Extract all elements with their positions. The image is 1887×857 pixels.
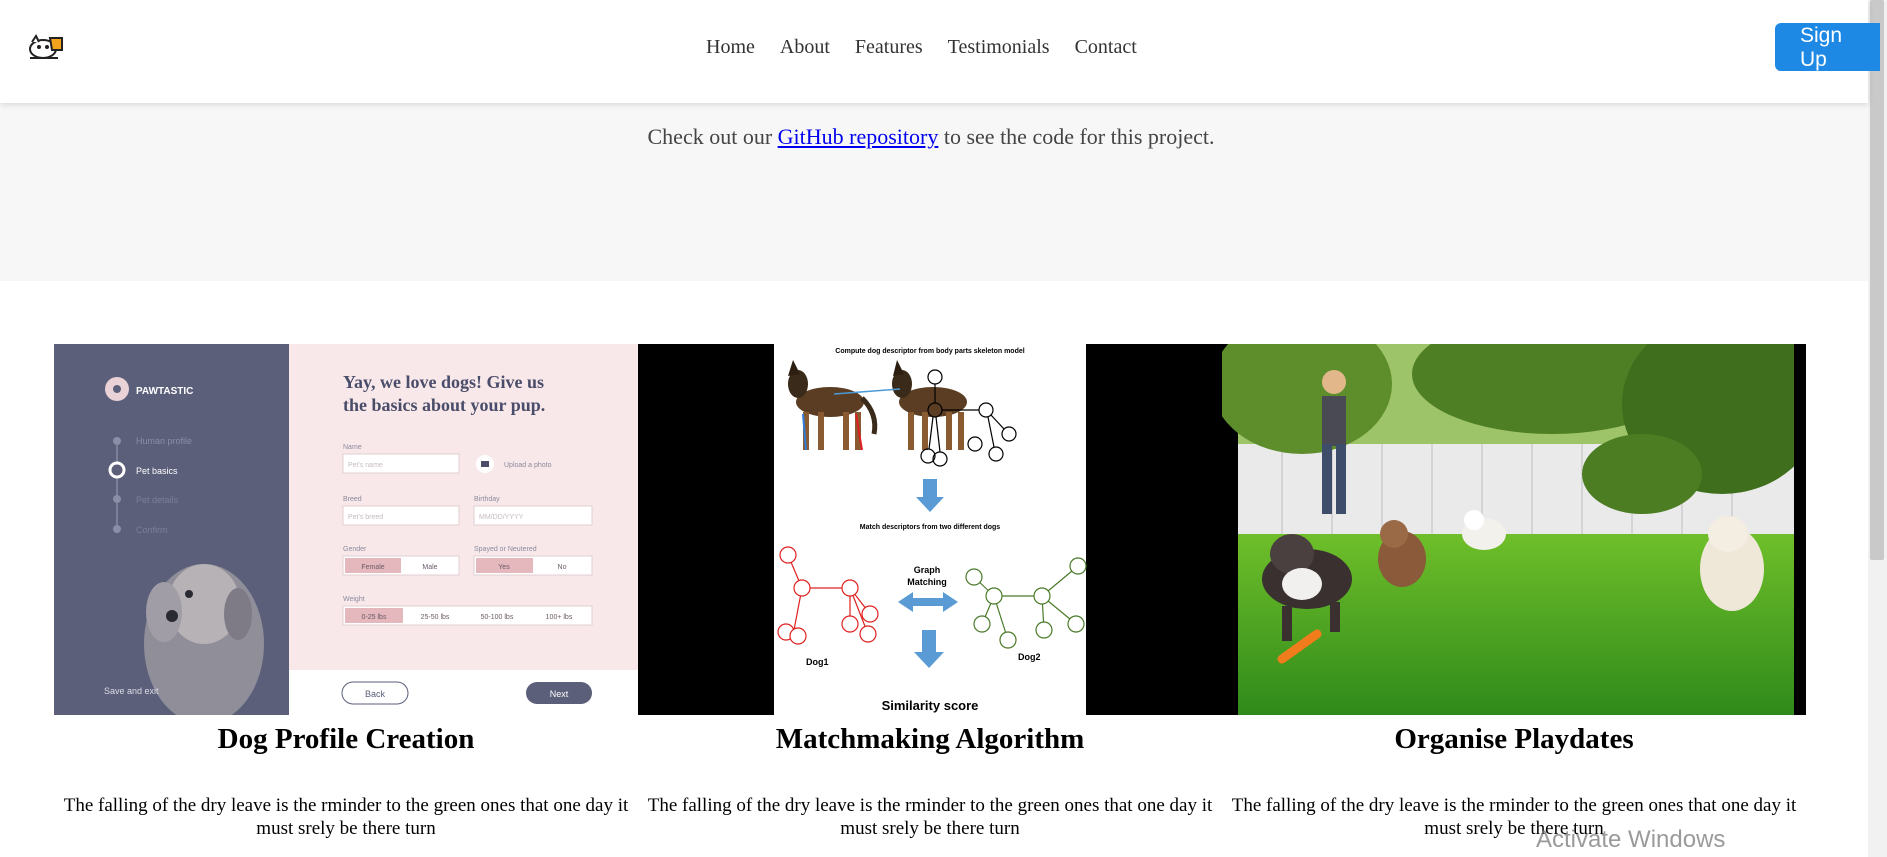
profile-mockup-image: PAWTASTIC Human profile Pet basics Pet d… — [54, 344, 638, 715]
mock-brand: PAWTASTIC — [136, 386, 193, 397]
svg-text:MM/DD/YYYY: MM/DD/YYYY — [479, 514, 524, 521]
svg-text:Dog1: Dog1 — [806, 657, 829, 667]
svg-text:the basics about your pup.: the basics about your pup. — [343, 395, 545, 415]
svg-text:Pet basics: Pet basics — [136, 466, 178, 476]
svg-text:Next: Next — [550, 689, 569, 699]
svg-text:Save and exit: Save and exit — [104, 686, 159, 696]
signup-button[interactable]: Sign Up — [1775, 23, 1880, 71]
repo-suffix: to see the code for this project. — [938, 124, 1215, 149]
nav-about-link[interactable]: About — [780, 34, 830, 60]
svg-text:Similarity score: Similarity score — [882, 698, 979, 713]
svg-text:No: No — [558, 564, 567, 571]
svg-text:Pet details: Pet details — [136, 495, 179, 505]
svg-text:50-100 lbs: 50-100 lbs — [481, 614, 514, 621]
nav-contact-link[interactable]: Contact — [1075, 34, 1137, 60]
svg-text:Pet's name: Pet's name — [348, 462, 383, 469]
svg-text:Back: Back — [365, 689, 386, 699]
svg-text:Human profile: Human profile — [136, 436, 192, 446]
svg-text:Dog2: Dog2 — [1018, 652, 1041, 662]
feature-description: The falling of the dry leave is the rmin… — [647, 795, 1213, 839]
activate-windows-watermark: Activate Windows — [1536, 826, 1726, 853]
svg-text:Name: Name — [343, 444, 362, 451]
repo-text: Check out our GitHub repository to see t… — [0, 124, 1862, 150]
svg-text:Yay, we love dogs! Give us: Yay, we love dogs! Give us — [343, 372, 544, 392]
svg-text:25-50 lbs: 25-50 lbs — [421, 614, 450, 621]
svg-text:Pet's breed: Pet's breed — [348, 514, 383, 521]
site-header: Home About Features Testimonials Contact… — [0, 0, 1880, 103]
main-nav: Home About Features Testimonials Contact — [706, 34, 1162, 60]
svg-text:Birthday: Birthday — [474, 496, 500, 503]
nav-features-link[interactable]: Features — [855, 34, 923, 60]
svg-text:Spayed or Neutered: Spayed or Neutered — [474, 546, 537, 553]
svg-text:Confirm: Confirm — [136, 525, 168, 535]
svg-text:Matching: Matching — [907, 577, 947, 587]
github-repo-link[interactable]: GitHub repository — [778, 124, 939, 149]
svg-text:Female: Female — [361, 564, 384, 571]
svg-text:Yes: Yes — [498, 564, 510, 571]
repo-prefix: Check out our — [647, 124, 778, 149]
svg-text:100+ lbs: 100+ lbs — [546, 614, 573, 621]
svg-text:Upload a photo: Upload a photo — [504, 462, 552, 469]
feature-description: The falling of the dry leave is the rmin… — [63, 795, 629, 839]
svg-text:Weight: Weight — [343, 596, 365, 603]
playdates-photo-image — [1222, 344, 1806, 715]
svg-text:Male: Male — [422, 564, 437, 571]
svg-text:Match descriptors from two dif: Match descriptors from two different dog… — [860, 524, 1001, 531]
dog-logo-icon[interactable] — [28, 32, 66, 62]
svg-text:Breed: Breed — [343, 496, 362, 503]
svg-text:Graph: Graph — [914, 565, 941, 575]
svg-text:0-25 lbs: 0-25 lbs — [362, 614, 387, 621]
feature-title: Dog Profile Creation — [217, 723, 475, 755]
nav-testimonials-link[interactable]: Testimonials — [948, 34, 1050, 60]
nav-home-link[interactable]: Home — [706, 34, 755, 60]
svg-text:Gender: Gender — [343, 546, 367, 553]
scrollbar-thumb[interactable] — [1870, 0, 1884, 560]
feature-title: Organise Playdates — [1394, 723, 1634, 755]
matchmaking-diagram-image: Compute dog descriptor from body parts s… — [638, 344, 1222, 715]
feature-title: Matchmaking Algorithm — [775, 723, 1085, 755]
svg-text:Compute dog descriptor from bo: Compute dog descriptor from body parts s… — [835, 348, 1024, 355]
